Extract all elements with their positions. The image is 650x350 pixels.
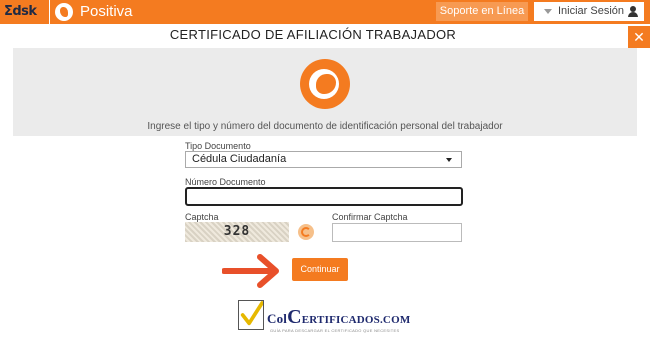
doc-type-value: Cédula Ciudadanía <box>192 153 287 165</box>
doc-number-label: Número Documento <box>185 177 266 187</box>
support-online-button[interactable]: Soporte en Línea <box>436 2 528 21</box>
user-icon <box>628 6 638 17</box>
dropdown-arrow-icon <box>446 158 452 162</box>
login-label: Iniciar Sesión <box>558 5 625 17</box>
close-icon[interactable]: ✕ <box>628 26 650 48</box>
caret-down-icon <box>544 8 552 14</box>
captcha-image: 328 <box>185 222 289 242</box>
arrow-right-icon <box>222 254 279 288</box>
confirm-captcha-input[interactable] <box>332 223 462 242</box>
login-button[interactable]: Iniciar Sesión <box>534 2 644 21</box>
watermark-suffix: ertificados.com <box>301 314 411 326</box>
refresh-icon[interactable] <box>298 224 314 240</box>
watermark-text: ColCertificados.com <box>267 306 410 329</box>
watermark-big-letter: C <box>287 306 302 328</box>
instructions-text: Ingrese el tipo y número del documento d… <box>147 121 503 132</box>
checkmark-icon <box>238 300 264 330</box>
sdsk-logo[interactable]: Σdsk <box>0 0 50 24</box>
brand-name[interactable]: Positiva <box>80 3 133 20</box>
doc-type-select[interactable]: Cédula Ciudadanía <box>185 151 462 168</box>
colcertificados-watermark: ColCertificados.com GUÍA PARA DESCARGAR … <box>238 300 428 340</box>
top-navigation-bar: Σdsk Positiva Soporte en Línea Iniciar S… <box>0 0 650 24</box>
sdsk-logo-text: Σdsk <box>4 4 37 19</box>
captcha-label: Captcha <box>185 212 219 222</box>
doc-type-label: Tipo Documento <box>185 141 251 151</box>
watermark-tagline: GUÍA PARA DESCARGAR EL CERTIFICADO QUE N… <box>270 328 400 333</box>
positiva-emblem-icon <box>300 59 350 109</box>
info-banner: Ingrese el tipo y número del documento d… <box>13 48 637 136</box>
doc-number-input[interactable] <box>185 187 463 206</box>
positiva-logo-icon <box>55 3 73 21</box>
confirm-captcha-label: Confirmar Captcha <box>332 212 408 222</box>
continue-button[interactable]: Continuar <box>292 258 348 281</box>
watermark-prefix: Col <box>267 311 288 326</box>
page-title: CERTIFICADO DE AFILIACIÓN TRABAJADOR <box>169 27 457 42</box>
